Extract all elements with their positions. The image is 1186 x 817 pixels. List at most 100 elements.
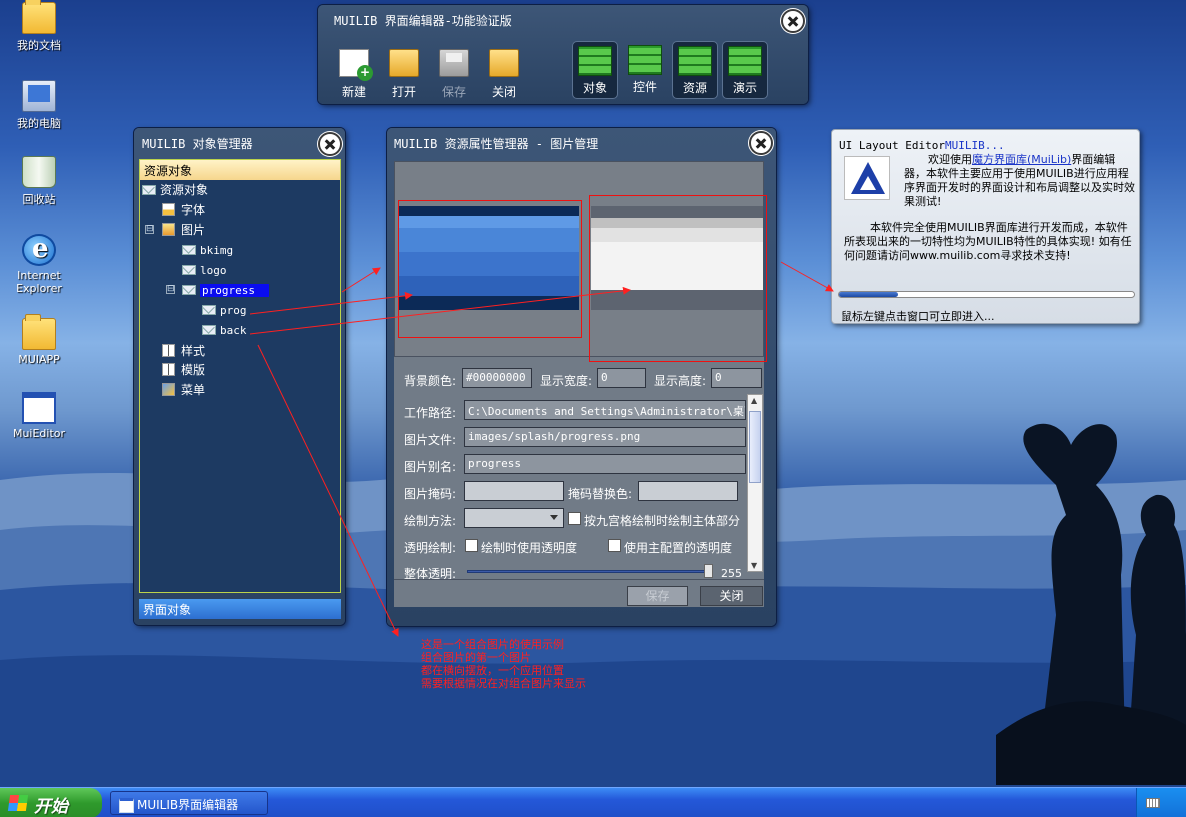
- mode-label: 演示: [732, 81, 757, 95]
- envelope-icon: [202, 305, 216, 315]
- tree-node-menu[interactable]: 菜单: [162, 381, 205, 399]
- window-title: MUILIB 对象管理器: [142, 137, 253, 151]
- resource-close-button[interactable]: 关闭: [700, 586, 763, 606]
- desktop-icon-muieditor[interactable]: MuiEditor: [8, 392, 70, 440]
- desktop-icon-my-documents[interactable]: 我的文档: [8, 0, 70, 53]
- mask-replace-field[interactable]: [638, 481, 738, 501]
- scroll-down-icon[interactable]: ▼: [751, 561, 757, 570]
- bg-color-field[interactable]: #00000000: [462, 368, 532, 388]
- use-main-alpha-checkbox[interactable]: [608, 539, 621, 552]
- open-button-label: 打开: [391, 85, 416, 99]
- ie-icon: [22, 234, 56, 266]
- tree-footer-tab[interactable]: 界面对象: [139, 599, 341, 619]
- draw-method-select[interactable]: [464, 508, 564, 528]
- bricks-icon: [728, 46, 762, 76]
- bg-color-label: 背景颜色:: [404, 374, 457, 388]
- collapse-icon[interactable]: ⊟: [166, 285, 175, 294]
- resource-save-button[interactable]: 保存: [627, 586, 688, 606]
- tree-node-style[interactable]: 样式: [162, 342, 205, 360]
- use-alpha-checkbox[interactable]: [465, 539, 478, 552]
- tree-node-prog[interactable]: prog: [202, 302, 247, 320]
- tree-header: 资源对象: [140, 160, 340, 180]
- desktop-icon-label: 回收站: [22, 193, 56, 206]
- window-icon: [22, 392, 56, 424]
- taskbar: 开始 MUILIB界面编辑器: [0, 787, 1186, 817]
- draw-method-label: 绘制方法:: [404, 514, 457, 528]
- annotation-note: 这是一个组合图片的使用示例 组合图片的第一个图片 都在横向摆放，一个应用位置 需…: [421, 638, 586, 690]
- highlight-box: [398, 200, 582, 338]
- alias-field[interactable]: progress: [464, 454, 746, 474]
- path-field[interactable]: C:\Documents and Settings\Administrator\…: [464, 400, 746, 420]
- image-preview: [394, 161, 767, 362]
- file-field[interactable]: images/splash/progress.png: [464, 427, 746, 447]
- tree-node-progress[interactable]: progress: [182, 282, 269, 300]
- start-button[interactable]: 开始: [0, 788, 102, 817]
- save-button[interactable]: 保存: [433, 49, 475, 100]
- use-main-alpha-label: 使用主配置的透明度: [624, 541, 733, 555]
- open-button[interactable]: 打开: [383, 49, 425, 100]
- muilib-link[interactable]: 魔方界面库(MuiLib): [972, 153, 1071, 166]
- splash-description: 本软件完全使用MUILIB界面库进行开发而成，本软件所表现出来的一切特性均为MU…: [844, 221, 1132, 262]
- computer-icon: [22, 80, 56, 112]
- tree-node-root[interactable]: 资源对象: [142, 181, 208, 199]
- chevron-down-icon: [550, 515, 558, 520]
- width-label: 显示宽度:: [540, 374, 593, 388]
- nine-grid-checkbox[interactable]: [568, 512, 581, 525]
- mode-demo-button[interactable]: 演示: [722, 41, 768, 99]
- bricks-icon: [628, 45, 662, 75]
- close-icon[interactable]: [781, 9, 805, 33]
- height-field[interactable]: 0: [711, 368, 762, 388]
- overall-alpha-slider[interactable]: [467, 570, 713, 573]
- collapse-icon[interactable]: ⊟: [145, 225, 154, 234]
- divider: [394, 579, 764, 580]
- close-icon[interactable]: [749, 131, 773, 155]
- tree-node-image[interactable]: 图片: [162, 221, 205, 239]
- mode-control-button[interactable]: 控件: [622, 41, 668, 99]
- file-label: 图片文件:: [404, 433, 457, 447]
- scrollbar[interactable]: ▲ ▼: [747, 394, 763, 572]
- close-file-button[interactable]: 关闭: [483, 49, 525, 100]
- mode-resource-button[interactable]: 资源: [672, 41, 718, 99]
- close-folder-icon: [489, 49, 519, 77]
- window-title: MUILIB 资源属性管理器 - 图片管理: [394, 137, 599, 151]
- width-field[interactable]: 0: [597, 368, 646, 388]
- main-editor-window[interactable]: MUILIB 界面编辑器-功能验证版 新建 打开 保存 关闭 对象 控件 资源 …: [318, 5, 808, 104]
- mask-label: 图片掩码:: [404, 487, 457, 501]
- splash-tip: 鼠标左键点击窗口可立即进入...: [841, 310, 995, 323]
- keyboard-icon[interactable]: [1146, 798, 1160, 808]
- mode-label: 对象: [582, 81, 607, 95]
- desktop-icon-label: 我的文档: [17, 39, 61, 52]
- desktop-icon-muiapp[interactable]: MUIAPP: [8, 314, 70, 366]
- tree-node-logo[interactable]: logo: [182, 262, 227, 280]
- tree-node-bkimg[interactable]: bkimg: [182, 242, 233, 260]
- bricks-icon: [578, 46, 612, 76]
- path-label: 工作路径:: [404, 406, 457, 420]
- height-label: 显示高度:: [654, 374, 707, 388]
- tree-node-font[interactable]: 字体: [162, 201, 205, 219]
- object-manager-window[interactable]: MUILIB 对象管理器 资源对象 资源对象 字体 ⊟ 图片 bkimg log…: [134, 128, 345, 625]
- highlight-box: [589, 195, 767, 362]
- resource-manager-window[interactable]: MUILIB 资源属性管理器 - 图片管理 背景颜色: #00000000 显示…: [387, 128, 776, 626]
- progress-fill: [839, 292, 898, 297]
- folder-icon: [22, 0, 56, 34]
- desktop-icon-recycle-bin[interactable]: 回收站: [8, 156, 70, 207]
- splash-title-link[interactable]: MUILIB...: [945, 139, 1005, 152]
- tree-node-template[interactable]: 模版: [162, 361, 205, 379]
- new-button-label: 新建: [341, 85, 366, 99]
- recycle-bin-icon: [22, 156, 56, 188]
- mode-object-button[interactable]: 对象: [572, 41, 618, 99]
- new-button[interactable]: 新建: [333, 49, 375, 100]
- desktop-icon-internet-explorer[interactable]: Internet Explorer: [8, 234, 70, 295]
- scrollbar-thumb[interactable]: [749, 411, 761, 483]
- splash-window[interactable]: UI Layout EditorMUILIB... 欢迎使用魔方界面库(MuiL…: [831, 129, 1140, 324]
- scroll-up-icon[interactable]: ▲: [751, 396, 757, 405]
- mask-field[interactable]: [464, 481, 564, 501]
- envelope-icon: [182, 265, 196, 275]
- close-icon[interactable]: [318, 132, 342, 156]
- slider-handle[interactable]: [704, 564, 713, 578]
- image-icon: [162, 223, 175, 236]
- arrow-splash: [780, 261, 834, 292]
- taskbar-item-editor[interactable]: MUILIB界面编辑器: [110, 791, 268, 815]
- tree-node-back[interactable]: back: [202, 322, 247, 340]
- desktop-icon-my-computer[interactable]: 我的电脑: [8, 80, 70, 131]
